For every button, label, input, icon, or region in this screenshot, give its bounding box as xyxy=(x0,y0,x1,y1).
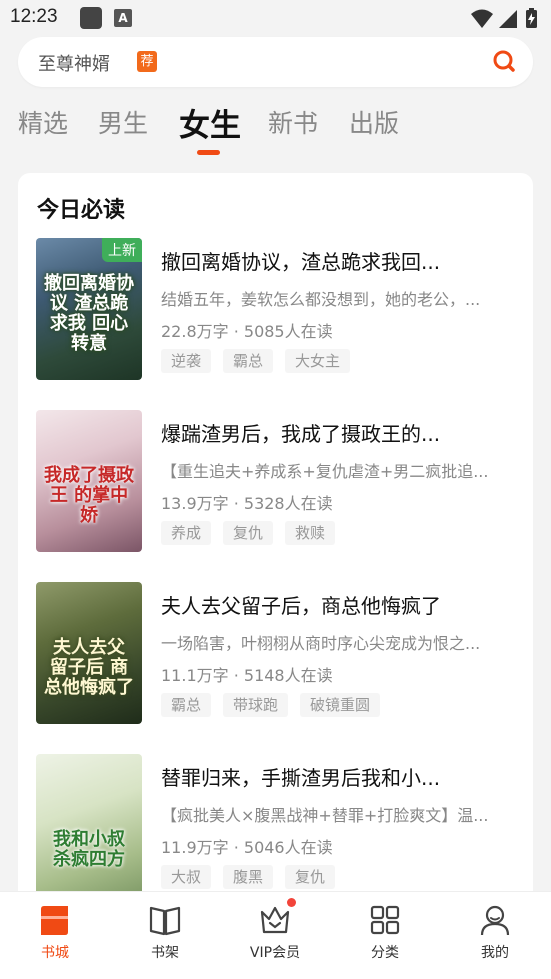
notification-icon xyxy=(80,7,102,29)
cover-title-art: 我成了摄政王 的掌中娇 xyxy=(44,465,134,526)
new-badge: 上新 xyxy=(102,238,142,262)
nav-label: VIP会员 xyxy=(249,945,301,961)
tag[interactable]: 复仇 xyxy=(223,521,274,545)
active-tab-indicator xyxy=(197,150,220,155)
book-item[interactable]: 撤回离婚协议 渣总跪求我 回心转意 上新 撤回离婚协议，渣总跪求我回... 结婚… xyxy=(18,238,533,380)
search-suggestion-text[interactable]: 至尊神婿 xyxy=(38,50,110,76)
signal-icon xyxy=(499,10,517,28)
tab-featured[interactable]: 精选 xyxy=(18,104,68,140)
tab-male[interactable]: 男生 xyxy=(98,104,148,140)
book-tags: 养成 复仇 救赎 xyxy=(161,521,336,545)
book-description: 【疯批美人×腹黑战神+替罪+打脸爽文】温... xyxy=(161,806,489,825)
book-title[interactable]: 爆踹渣男后，我成了摄政王的... xyxy=(161,418,440,447)
tab-new-books[interactable]: 新书 xyxy=(268,104,318,140)
nav-label: 书架 xyxy=(151,945,179,961)
tag[interactable]: 破镜重圆 xyxy=(300,693,381,717)
book-meta: 13.9万字 · 5328人在读 xyxy=(161,494,333,513)
book-title[interactable]: 夫人去父留子后，商总他悔疯了 xyxy=(161,590,441,619)
book-description: 一场陷害，叶栩栩从商时序心尖宠成为恨之... xyxy=(161,634,481,653)
wifi-icon xyxy=(471,9,493,28)
search-bar[interactable]: 至尊神婿 荐 xyxy=(18,37,533,87)
recommended-badge: 荐 xyxy=(137,51,157,72)
nav-category[interactable]: 分类 xyxy=(330,892,440,979)
nav-vip[interactable]: VIP会员 xyxy=(220,892,330,979)
cover-title-art: 撤回离婚协议 渣总跪求我 回心转意 xyxy=(44,273,134,354)
profile-icon xyxy=(480,905,510,936)
book-tags: 大叔 腹黑 复仇 xyxy=(161,865,336,889)
tag[interactable]: 大女主 xyxy=(285,349,351,373)
book-item[interactable]: 夫人去父 留子后 商总他悔疯了 夫人去父留子后，商总他悔疯了 一场陷害，叶栩栩从… xyxy=(18,582,533,724)
book-meta: 11.9万字 · 5046人在读 xyxy=(161,838,333,857)
book-title[interactable]: 替罪归来，手撕渣男后我和小... xyxy=(161,762,440,791)
nav-label: 书城 xyxy=(41,945,69,961)
tag[interactable]: 大叔 xyxy=(161,865,212,889)
bookshelf-icon xyxy=(149,906,181,936)
book-cover[interactable]: 夫人去父 留子后 商总他悔疯了 xyxy=(36,582,142,724)
cover-title-art: 夫人去父 留子后 商总他悔疯了 xyxy=(44,637,134,698)
notification-dot xyxy=(287,898,296,907)
book-title[interactable]: 撤回离婚协议，渣总跪求我回... xyxy=(161,246,440,275)
book-cover[interactable]: 撤回离婚协议 渣总跪求我 回心转意 上新 xyxy=(36,238,142,380)
nav-label: 我的 xyxy=(481,945,509,961)
bottom-navigation: 书城 书架 VIP会员 分类 我的 xyxy=(0,891,551,979)
book-tags: 霸总 带球跑 破镜重圆 xyxy=(161,693,381,717)
nav-bookstore[interactable]: 书城 xyxy=(0,892,110,979)
book-description: 【重生追夫+养成系+复仇虐渣+男二疯批追... xyxy=(161,462,489,481)
tag[interactable]: 救赎 xyxy=(285,521,336,545)
category-grid-icon xyxy=(370,905,400,935)
book-tags: 逆袭 霸总 大女主 xyxy=(161,349,351,373)
category-tabs: 精选 男生 女生 新书 出版 xyxy=(0,104,551,160)
tag[interactable]: 带球跑 xyxy=(223,693,289,717)
tab-female[interactable]: 女生 xyxy=(179,100,241,145)
nav-profile[interactable]: 我的 xyxy=(440,892,550,979)
battery-icon xyxy=(526,8,537,28)
nav-bookshelf[interactable]: 书架 xyxy=(110,892,220,979)
search-icon xyxy=(493,50,515,72)
tag[interactable]: 养成 xyxy=(161,521,212,545)
status-time: 12:23 xyxy=(10,6,58,27)
tab-published[interactable]: 出版 xyxy=(349,104,399,140)
search-button[interactable] xyxy=(478,37,533,87)
section-title: 今日必读 xyxy=(37,198,126,223)
app-a-icon: A xyxy=(114,9,132,27)
cover-title-art: 我和小叔 杀疯四方 xyxy=(53,829,125,870)
bookstore-icon xyxy=(41,906,68,935)
tag[interactable]: 逆袭 xyxy=(161,349,212,373)
book-description: 结婚五年，姜软怎么都没想到，她的老公，... xyxy=(161,290,481,309)
tag[interactable]: 霸总 xyxy=(161,693,212,717)
tag[interactable]: 复仇 xyxy=(285,865,336,889)
status-icons xyxy=(469,6,541,36)
must-read-card: 今日必读 撤回离婚协议 渣总跪求我 回心转意 上新 撤回离婚协议，渣总跪求我回.… xyxy=(18,173,533,913)
book-item[interactable]: 我和小叔 杀疯四方 替罪归来，手撕渣男后我和小... 【疯批美人×腹黑战神+替罪… xyxy=(18,754,533,896)
book-cover[interactable]: 我成了摄政王 的掌中娇 xyxy=(36,410,142,552)
book-item[interactable]: 我成了摄政王 的掌中娇 爆踹渣男后，我成了摄政王的... 【重生追夫+养成系+复… xyxy=(18,410,533,552)
book-meta: 22.8万字 · 5085人在读 xyxy=(161,322,333,341)
book-meta: 11.1万字 · 5148人在读 xyxy=(161,666,333,685)
tag[interactable]: 腹黑 xyxy=(223,865,274,889)
nav-label: 分类 xyxy=(371,945,399,961)
status-bar: 12:23 A xyxy=(0,0,551,38)
book-cover[interactable]: 我和小叔 杀疯四方 xyxy=(36,754,142,896)
vip-crown-icon xyxy=(260,906,290,934)
tag[interactable]: 霸总 xyxy=(223,349,274,373)
